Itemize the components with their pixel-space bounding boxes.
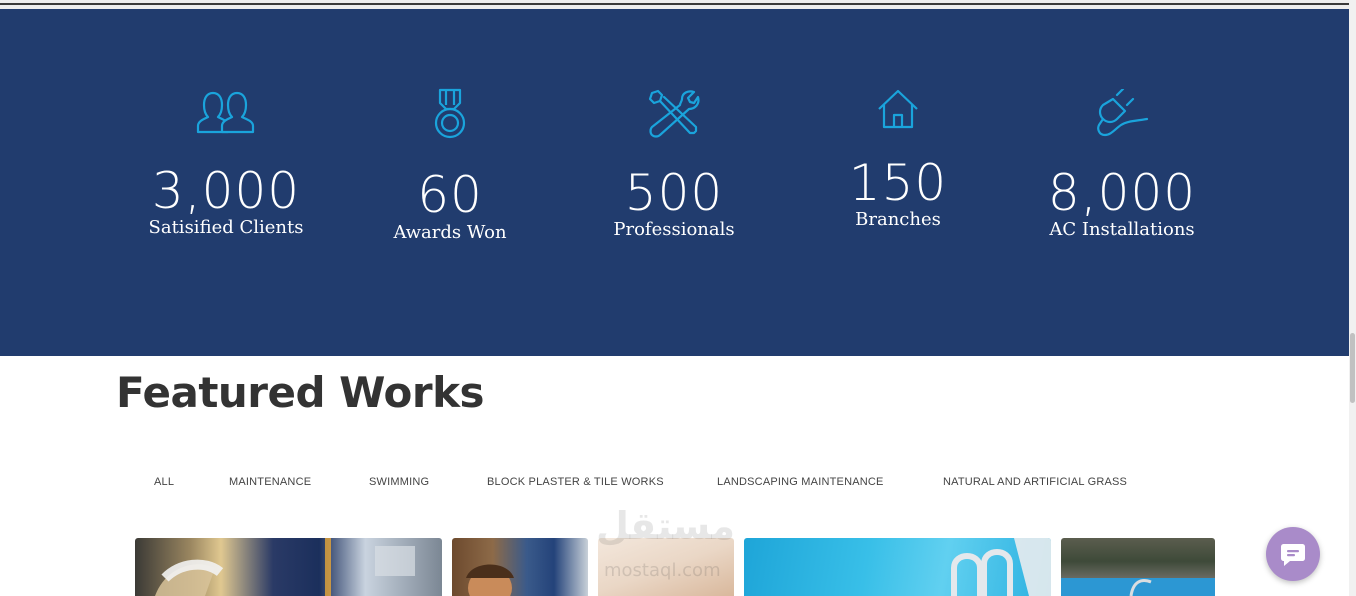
gallery-image bbox=[155, 538, 415, 596]
stat-label: Satisified Clients bbox=[148, 217, 304, 238]
filter-all[interactable]: ALL bbox=[154, 476, 174, 488]
gallery-image bbox=[466, 564, 514, 596]
filter-maintenance[interactable]: MAINTENANCE bbox=[229, 476, 311, 488]
scrollbar-track[interactable] bbox=[1349, 0, 1356, 596]
filter-block-plaster[interactable]: BLOCK PLASTER & TILE WORKS bbox=[487, 476, 664, 488]
filter-swimming[interactable]: SWIMMING bbox=[369, 476, 429, 488]
top-divider bbox=[0, 3, 1349, 5]
featured-title: Featured Works bbox=[116, 368, 485, 417]
gallery-item[interactable] bbox=[1061, 538, 1215, 596]
watermark-url: mostaql.com bbox=[604, 560, 721, 581]
medal-icon bbox=[434, 88, 466, 139]
stat-value: 150 bbox=[848, 154, 948, 212]
home-icon bbox=[878, 89, 918, 129]
stat-branches: 150 Branches bbox=[786, 89, 1010, 232]
scrollbar-thumb[interactable] bbox=[1350, 333, 1355, 403]
stats-band: 3,000 Satisified Clients 60 Awards Won 5… bbox=[0, 9, 1349, 356]
gallery-item[interactable] bbox=[452, 538, 588, 596]
filter-grass[interactable]: NATURAL AND ARTIFICIAL GRASS bbox=[943, 476, 1127, 488]
tools-icon bbox=[648, 89, 700, 138]
stat-label: Awards Won bbox=[393, 222, 507, 243]
chat-icon bbox=[1281, 544, 1305, 566]
stat-clients: 3,000 Satisified Clients bbox=[114, 89, 338, 240]
stat-value: 500 bbox=[624, 164, 724, 222]
stat-installations: 8,000 AC Installations bbox=[1010, 89, 1234, 242]
stat-awards: 60 Awards Won bbox=[338, 87, 562, 245]
filter-landscaping[interactable]: LANDSCAPING MAINTENANCE bbox=[717, 476, 884, 488]
stat-label: Professionals bbox=[613, 219, 735, 240]
stat-value: 8,000 bbox=[1047, 164, 1197, 222]
stat-value: 60 bbox=[417, 166, 483, 224]
gallery-item[interactable] bbox=[135, 538, 442, 596]
users-icon bbox=[196, 91, 255, 134]
stat-label: AC Installations bbox=[1049, 219, 1195, 240]
watermark: مستقل bbox=[596, 504, 735, 548]
gallery-image bbox=[1061, 578, 1215, 596]
portfolio-filters: ALL MAINTENANCE SWIMMING BLOCK PLASTER &… bbox=[0, 476, 1349, 492]
stat-label: Branches bbox=[855, 209, 941, 230]
plug-icon bbox=[1097, 89, 1149, 137]
stat-professionals: 500 Professionals bbox=[562, 89, 786, 242]
chat-button[interactable] bbox=[1266, 527, 1320, 581]
gallery-item[interactable] bbox=[744, 538, 1051, 596]
stat-value: 3,000 bbox=[151, 162, 301, 220]
top-strip bbox=[0, 0, 1349, 9]
gallery-image bbox=[951, 538, 1051, 596]
